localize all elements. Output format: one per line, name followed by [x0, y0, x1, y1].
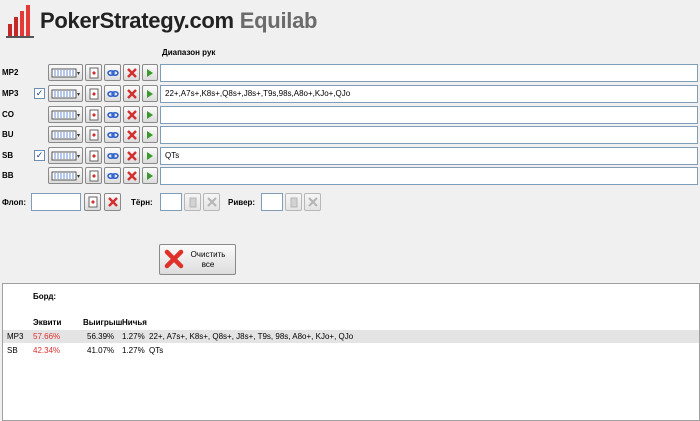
- player-name: CO: [2, 110, 14, 119]
- hand-matrix-button[interactable]: [48, 167, 83, 184]
- result-row-sb[interactable]: SB 42.34% 41.07% 1.27% QTs: [3, 344, 699, 357]
- brand-name: PokerStrategy.com: [40, 8, 234, 33]
- card-select-button[interactable]: [85, 64, 102, 81]
- player-row-bb: BB: [0, 167, 700, 185]
- results-panel: Борд: Эквити Выигрыш Ничья MP3 57.66% 56…: [2, 283, 700, 421]
- board-caption: Борд:: [33, 292, 57, 301]
- clear-all-label-line2: все: [201, 259, 215, 269]
- range-input[interactable]: 22+,A7s+,K8s+,Q8s+,J8s+,T9s,98s,A8o+,KJo…: [160, 85, 698, 103]
- card-select-button[interactable]: [85, 85, 102, 102]
- turn-card-select-button[interactable]: [184, 193, 201, 211]
- clear-range-icon[interactable]: [123, 126, 140, 143]
- flop-clear-icon[interactable]: [104, 193, 121, 211]
- player-row-co: CO: [0, 106, 700, 124]
- tie-column-header: Ничья: [122, 318, 147, 327]
- range-link-icon[interactable]: [104, 126, 121, 143]
- play-arrow-icon[interactable]: [142, 147, 158, 164]
- clear-range-icon[interactable]: [123, 85, 140, 102]
- clear-range-icon[interactable]: [123, 147, 140, 164]
- flop-label: Флоп:: [2, 198, 26, 207]
- range-input[interactable]: [160, 64, 698, 82]
- range-link-icon[interactable]: [104, 64, 121, 81]
- river-card-select-button[interactable]: [285, 193, 302, 211]
- result-tie: 1.27%: [122, 332, 145, 341]
- result-win: 41.07%: [87, 346, 115, 355]
- player-row-mp2: MP2: [0, 64, 700, 82]
- card-select-button[interactable]: [85, 126, 102, 143]
- result-range: QTs: [149, 346, 164, 355]
- hand-matrix-button[interactable]: [48, 64, 83, 81]
- player-checkbox[interactable]: ✓: [34, 88, 45, 99]
- hand-matrix-button[interactable]: [48, 126, 83, 143]
- win-column-header: Выигрыш: [83, 318, 123, 327]
- equity-column-header: Эквити: [33, 318, 62, 327]
- river-clear-icon[interactable]: [304, 193, 321, 211]
- turn-input[interactable]: [160, 193, 182, 211]
- player-name: MP3: [2, 89, 19, 98]
- range-link-icon[interactable]: [104, 167, 121, 184]
- player-name: BB: [2, 171, 14, 180]
- play-arrow-icon[interactable]: [142, 64, 158, 81]
- player-row-mp3: MP3 ✓ 22+,A7s+,K8s+,Q8s+,J8s+,T9s,98s,A8…: [0, 85, 700, 103]
- result-player: MP3: [7, 332, 24, 341]
- turn-label: Тёрн:: [131, 198, 153, 207]
- board-inputs: Флоп: Тёрн: Ривер:: [0, 192, 700, 212]
- range-input[interactable]: [160, 126, 698, 144]
- range-link-icon[interactable]: [104, 106, 121, 123]
- hand-range-header: Диапазон рук: [162, 48, 216, 57]
- range-link-icon[interactable]: [104, 147, 121, 164]
- player-name: MP2: [2, 68, 19, 77]
- player-name: BU: [2, 130, 14, 139]
- player-name: SB: [2, 151, 14, 160]
- result-equity: 57.66%: [33, 332, 61, 341]
- result-tie: 1.27%: [122, 346, 145, 355]
- clear-all-icon: [164, 249, 184, 271]
- flop-input[interactable]: [31, 193, 81, 211]
- flop-card-select-button[interactable]: [84, 193, 101, 211]
- card-select-button[interactable]: [85, 106, 102, 123]
- range-input[interactable]: QTs: [160, 147, 698, 165]
- river-input[interactable]: [261, 193, 283, 211]
- result-win: 56.39%: [87, 332, 115, 341]
- result-row-mp3[interactable]: MP3 57.66% 56.39% 1.27% 22+, A7s+, K8s+,…: [3, 330, 699, 343]
- play-arrow-icon[interactable]: [142, 167, 158, 184]
- logo-chart-icon: [4, 2, 38, 40]
- clear-range-icon[interactable]: [123, 64, 140, 81]
- clear-all-button[interactable]: Очистить все: [159, 244, 236, 275]
- play-arrow-icon[interactable]: [142, 85, 158, 102]
- range-link-icon[interactable]: [104, 85, 121, 102]
- product-name: Equilab: [239, 8, 318, 33]
- play-arrow-icon[interactable]: [142, 106, 158, 123]
- result-player: SB: [7, 346, 18, 355]
- river-label: Ривер:: [228, 198, 256, 207]
- card-select-button[interactable]: [85, 167, 102, 184]
- clear-all-label-line1: Очистить: [190, 249, 226, 259]
- hand-matrix-button[interactable]: [48, 106, 83, 123]
- player-row-sb: SB ✓ QTs: [0, 147, 700, 165]
- turn-clear-icon[interactable]: [203, 193, 220, 211]
- clear-range-icon[interactable]: [123, 106, 140, 123]
- hand-matrix-button[interactable]: [48, 147, 83, 164]
- player-row-bu: BU: [0, 126, 700, 144]
- play-arrow-icon[interactable]: [142, 126, 158, 143]
- card-select-button[interactable]: [85, 147, 102, 164]
- result-range: 22+, A7s+, K8s+, Q8s+, J8s+, T9s, 98s, A…: [149, 332, 354, 341]
- range-input[interactable]: [160, 106, 698, 124]
- app-logo: PokerStrategy.com Equilab: [0, 0, 700, 42]
- hand-matrix-button[interactable]: [48, 85, 83, 102]
- range-input[interactable]: [160, 167, 698, 185]
- clear-range-icon[interactable]: [123, 167, 140, 184]
- player-checkbox[interactable]: ✓: [34, 150, 45, 161]
- result-equity: 42.34%: [33, 346, 61, 355]
